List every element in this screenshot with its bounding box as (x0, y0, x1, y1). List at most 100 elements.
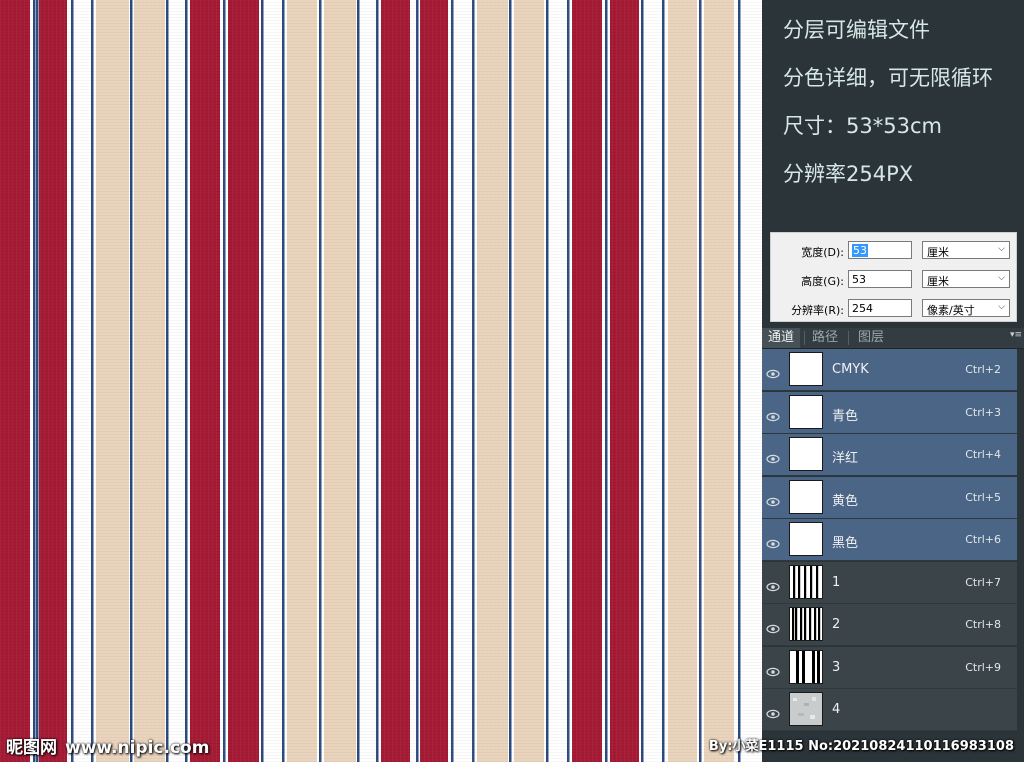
channel-shortcut: Ctrl+2 (965, 363, 1001, 376)
red-stripe (610, 0, 639, 762)
eye-icon[interactable] (766, 492, 780, 506)
width-unit-select[interactable]: 厘米 ⌵ (922, 241, 1010, 259)
channel-shortcut: Ctrl+9 (965, 660, 1001, 674)
red-stripe (228, 0, 259, 762)
panel-scrollbar[interactable] (1017, 349, 1024, 732)
channel-row[interactable]: 黑色 Ctrl+6 (762, 519, 1017, 561)
info-line-size: 尺寸：53*53cm (783, 114, 942, 138)
eye-icon[interactable] (766, 619, 780, 634)
tab-channels[interactable]: 通道 (762, 328, 801, 348)
eye-icon[interactable] (766, 364, 780, 379)
navy-pinstripe (546, 0, 549, 762)
navy-pinstripe (567, 0, 570, 762)
channel-row[interactable]: 3 Ctrl+9 (762, 646, 1017, 689)
width-unit-value: 厘米 (927, 246, 949, 259)
navy-pinstripe (738, 0, 741, 762)
eye-icon[interactable] (766, 407, 780, 421)
height-unit-select[interactable]: 厘米 ⌵ (922, 270, 1010, 288)
channel-row[interactable]: 黄色 Ctrl+5 (762, 476, 1017, 519)
watermark-site-name: 昵图网 (6, 738, 57, 758)
noise-thumb-icon (789, 692, 823, 726)
navy-pinstripe (36, 0, 39, 762)
navy-pinstripe (91, 0, 94, 762)
tab-paths[interactable]: 路径 (806, 328, 844, 348)
channel-row[interactable]: CMYK Ctrl+2 (762, 349, 1017, 391)
image-size-dialog: 宽度(D): 53 厘米 ⌵ 高度(G): 53 厘米 ⌵ 分辨率(R): 25… (770, 232, 1017, 322)
chevron-down-icon: ⌵ (998, 302, 1005, 312)
navy-pinstripe (130, 0, 133, 762)
beige-stripe (287, 0, 317, 762)
navy-pinstripe (166, 0, 169, 762)
height-label: 高度(G): (801, 275, 844, 288)
width-input-selected-text: 53 (852, 244, 868, 257)
width-input[interactable]: 53 (848, 241, 912, 259)
channel-row[interactable]: 青色 Ctrl+3 (762, 391, 1017, 434)
navy-pinstripe (376, 0, 379, 762)
eye-icon[interactable] (766, 534, 780, 549)
channel-row[interactable]: 2 Ctrl+8 (762, 604, 1017, 646)
beige-stripe (668, 0, 697, 762)
white-thumb-icon (789, 352, 823, 386)
red-stripe (381, 0, 410, 762)
channel-name: 3 (832, 659, 841, 675)
channel-shortcut: Ctrl+7 (965, 575, 1001, 589)
channel-row[interactable]: 1 Ctrl+7 (762, 561, 1017, 604)
navy-pinstripe (699, 0, 702, 762)
watermark-site-url: www.nipic.com (65, 738, 210, 758)
height-input[interactable]: 53 (848, 270, 912, 288)
eye-icon[interactable] (766, 577, 780, 591)
navy-pinstripe (33, 0, 36, 762)
navy-pinstripe (282, 0, 285, 762)
resolution-label: 分辨率(R): (791, 304, 844, 317)
channel-shortcut: Ctrl+5 (965, 490, 1001, 504)
navy-pinstripe (319, 0, 322, 762)
navy-pinstripe (662, 0, 665, 762)
navy-pinstripe (416, 0, 419, 762)
white-thumb-icon (789, 394, 823, 429)
stripes-thumb-icon (789, 607, 823, 641)
red-stripe (0, 0, 30, 762)
stripes-thumb-icon (789, 649, 823, 684)
channel-name: 4 (832, 702, 841, 717)
panel-menu-icon[interactable]: ▾≡ (1010, 330, 1022, 340)
channel-shortcut: Ctrl+3 (965, 405, 1001, 419)
chevron-down-icon: ⌵ (998, 273, 1005, 283)
info-line-resolution: 分辨率254PX (783, 162, 914, 186)
width-row: 宽度(D): 53 厘米 ⌵ (771, 241, 1016, 261)
info-text: 分层可编辑文件 分色详细，可无限循环 尺寸：53*53cm 分辨率254PX (783, 18, 993, 210)
channel-name: 洋红 (832, 451, 859, 466)
channel-shortcut: Ctrl+6 (965, 533, 1001, 546)
navy-pinstripe (509, 0, 512, 762)
eye-icon[interactable] (766, 704, 780, 719)
chevron-down-icon: ⌵ (998, 244, 1005, 254)
red-stripe (420, 0, 448, 762)
info-line-layers: 分层可编辑文件 (783, 18, 930, 42)
resolution-input[interactable]: 254 (848, 299, 912, 317)
height-row: 高度(G): 53 厘米 ⌵ (771, 270, 1016, 290)
eye-icon[interactable] (766, 449, 780, 464)
red-stripe (190, 0, 220, 762)
info-line-colors: 分色详细，可无限循环 (783, 66, 993, 90)
beige-stripe (96, 0, 129, 762)
red-stripe (572, 0, 602, 762)
red-stripe (39, 0, 67, 762)
tab-layers[interactable]: 图层 (852, 328, 890, 348)
channel-shortcut: Ctrl+4 (965, 448, 1001, 461)
white-thumb-icon (789, 479, 823, 514)
panel-tabs: 通道 路径 图层 ▾≡ (762, 328, 1024, 349)
channel-name: 黑色 (832, 536, 859, 551)
channel-name: CMYK (832, 362, 869, 377)
white-thumb-icon (789, 437, 823, 471)
eye-icon[interactable] (766, 662, 780, 676)
channel-name: 1 (832, 574, 841, 590)
channel-row[interactable]: 4 (762, 689, 1017, 731)
tab-divider (848, 331, 849, 345)
navy-pinstripe (185, 0, 188, 762)
resolution-unit-select[interactable]: 像素/英寸 ⌵ (922, 299, 1010, 317)
beige-stripe (704, 0, 734, 762)
channel-name: 黄色 (832, 493, 859, 509)
height-unit-value: 厘米 (927, 275, 949, 288)
channel-row[interactable]: 洋红 Ctrl+4 (762, 434, 1017, 476)
white-thumb-icon (789, 522, 823, 556)
navy-pinstripe (605, 0, 608, 762)
